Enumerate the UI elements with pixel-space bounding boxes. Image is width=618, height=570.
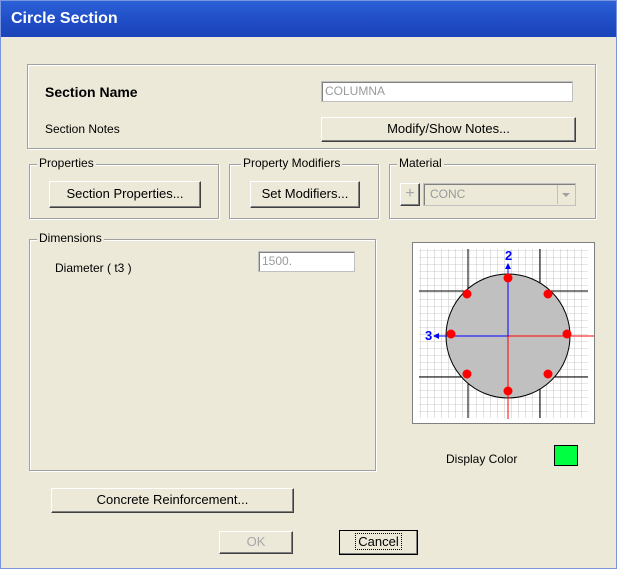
cancel-button[interactable]: Cancel — [339, 530, 418, 555]
diameter-label: Diameter ( t3 ) — [55, 261, 132, 275]
axis-2-label: 2 — [505, 248, 512, 263]
section-preview-canvas: 2 3 — [419, 248, 594, 419]
display-color-label: Display Color — [446, 452, 518, 466]
circle-section-dialog: Circle Section Section Name COLUMNA Sect… — [0, 0, 617, 569]
dimensions-legend: Dimensions — [37, 231, 104, 245]
material-selected-value: CONC — [430, 187, 466, 201]
modify-show-notes-button[interactable]: Modify/Show Notes... — [321, 117, 576, 142]
ok-button[interactable]: OK — [219, 531, 293, 554]
section-notes-label: Section Notes — [45, 122, 120, 136]
chevron-down-icon[interactable] — [557, 185, 574, 204]
title-bar[interactable]: Circle Section — [1, 1, 616, 37]
property-modifiers-legend: Property Modifiers — [241, 156, 343, 170]
section-name-label: Section Name — [45, 84, 138, 100]
rebar-dot — [543, 289, 553, 299]
rebar-dot — [462, 369, 472, 379]
material-legend: Material — [397, 156, 444, 170]
rebar-dot — [503, 273, 513, 283]
material-select[interactable]: CONC — [423, 183, 576, 206]
cancel-label: Cancel — [355, 533, 402, 550]
set-modifiers-button[interactable]: Set Modifiers... — [250, 181, 360, 208]
section-properties-button[interactable]: Section Properties... — [49, 181, 201, 208]
properties-legend: Properties — [37, 156, 96, 170]
axis-3-label: 3 — [425, 328, 432, 343]
add-material-button[interactable]: + — [400, 183, 420, 206]
section-name-input[interactable]: COLUMNA — [321, 81, 573, 102]
rebar-dot — [503, 386, 513, 396]
rebar-dot — [543, 369, 553, 379]
rebar-dot — [562, 329, 572, 339]
display-color-swatch[interactable] — [554, 445, 578, 466]
section-preview: 2 3 — [412, 242, 595, 424]
window-title: Circle Section — [11, 10, 118, 27]
diameter-input[interactable]: 1500. — [258, 251, 355, 272]
concrete-reinforcement-button[interactable]: Concrete Reinforcement... — [51, 488, 294, 513]
rebar-dot — [462, 289, 472, 299]
rebar-dot — [446, 329, 456, 339]
